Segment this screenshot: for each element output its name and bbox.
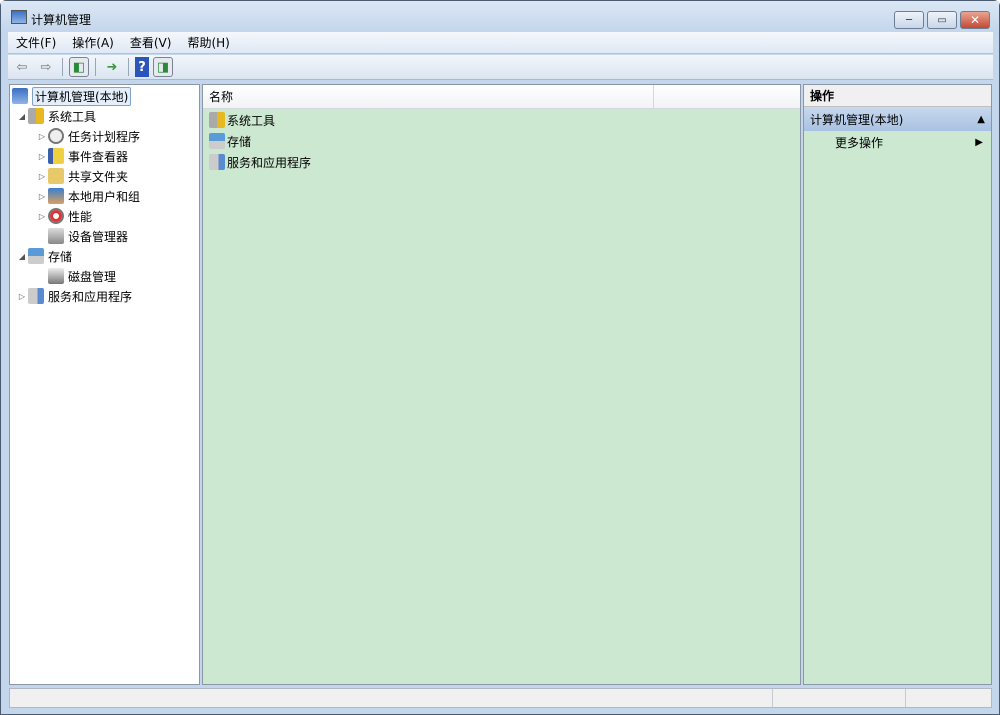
device-manager-icon (48, 228, 64, 244)
event-viewer-icon (48, 148, 64, 164)
menu-bar: 文件(F) 操作(A) 查看(V) 帮助(H) (8, 32, 993, 54)
list-item-label: 存储 (227, 133, 251, 150)
actions-pane: 操作 计算机管理(本地) ▲ 更多操作 ▶ (803, 84, 992, 685)
tree-item-label: 服务和应用程序 (48, 288, 132, 305)
computer-management-icon (11, 10, 27, 24)
more-actions-item[interactable]: 更多操作 ▶ (804, 131, 991, 153)
tree-item-task-scheduler[interactable]: ▷ 任务计划程序 (36, 127, 140, 145)
tools-icon (28, 108, 44, 124)
expand-arrow-icon[interactable]: ◢ (16, 112, 28, 121)
toolbar-separator (128, 58, 129, 76)
content-list: 名称 系统工具 存储 服务和应用程序 (202, 84, 801, 685)
clock-icon (48, 128, 64, 144)
disk-icon (48, 268, 64, 284)
storage-icon (209, 133, 225, 149)
tree-root-label: 计算机管理(本地) (32, 87, 131, 106)
tree-item-device-manager[interactable]: 设备管理器 (36, 227, 128, 245)
show-hide-action-pane-icon[interactable]: ◨ (153, 57, 173, 77)
expand-arrow-icon[interactable]: ▷ (36, 132, 48, 141)
toolbar-separator (62, 58, 63, 76)
status-section (10, 689, 773, 707)
menu-view[interactable]: 查看(V) (122, 34, 180, 51)
status-section (773, 689, 906, 707)
expand-arrow-icon[interactable]: ▷ (16, 292, 28, 301)
tree-item-label: 共享文件夹 (68, 168, 128, 185)
more-actions-label: 更多操作 (835, 134, 883, 151)
tree-item-disk-management[interactable]: 磁盘管理 (36, 267, 116, 285)
window-title: 计算机管理 (31, 11, 91, 28)
actions-section-label: 计算机管理(本地) (810, 111, 903, 128)
tree-item-label: 系统工具 (48, 108, 96, 125)
show-hide-console-tree-icon[interactable]: ◧ (69, 57, 89, 77)
tree-item-storage[interactable]: ◢ 存储 (16, 247, 72, 265)
export-list-icon[interactable]: ➜ (102, 57, 122, 77)
console-tree: 计算机管理(本地) ◢ 系统工具 ▷ 任务计划程序 ▷ 事件查看器 ▷ 共享文件夹 ▷ 本… (9, 84, 200, 685)
expand-arrow-icon[interactable]: ▷ (36, 152, 48, 161)
menu-help[interactable]: 帮助(H) (179, 34, 237, 51)
minimize-button[interactable]: ─ (894, 11, 924, 29)
menu-file[interactable]: 文件(F) (8, 34, 64, 51)
actions-section-computer-management[interactable]: 计算机管理(本地) ▲ (804, 107, 991, 131)
title-bar: 计算机管理 ─ ▭ ✕ (1, 1, 999, 32)
tree-item-shared-folders[interactable]: ▷ 共享文件夹 (36, 167, 128, 185)
tree-root[interactable]: 计算机管理(本地) (12, 87, 131, 105)
tree-item-label: 设备管理器 (68, 228, 128, 245)
close-button[interactable]: ✕ (960, 11, 990, 29)
expand-arrow-icon[interactable]: ▷ (36, 212, 48, 221)
expand-arrow-icon[interactable]: ▷ (36, 172, 48, 181)
tree-item-event-viewer[interactable]: ▷ 事件查看器 (36, 147, 128, 165)
tree-item-label: 存储 (48, 248, 72, 265)
tree-item-system-tools[interactable]: ◢ 系统工具 (16, 107, 96, 125)
expand-arrow-icon[interactable]: ▷ (36, 192, 48, 201)
tree-item-label: 任务计划程序 (68, 128, 140, 145)
status-section (906, 689, 991, 707)
menu-action[interactable]: 操作(A) (64, 34, 122, 51)
tree-item-label: 本地用户和组 (68, 188, 140, 205)
forward-arrow-icon[interactable]: ⇨ (36, 57, 56, 77)
list-item-system-tools[interactable]: 系统工具 (209, 110, 275, 130)
help-icon[interactable]: ? (135, 57, 149, 77)
storage-icon (28, 248, 44, 264)
back-arrow-icon[interactable]: ⇦ (12, 57, 32, 77)
list-item-services-applications[interactable]: 服务和应用程序 (209, 152, 311, 172)
tree-item-label: 性能 (68, 208, 92, 225)
window: 计算机管理 ─ ▭ ✕ 文件(F) 操作(A) 查看(V) 帮助(H) ⇦ ⇨ … (0, 0, 1000, 715)
list-item-label: 服务和应用程序 (227, 154, 311, 171)
tree-item-performance[interactable]: ▷ 性能 (36, 207, 92, 225)
toolbar: ⇦ ⇨ ◧ ➜ ? ◨ (8, 55, 993, 80)
tree-item-services-applications[interactable]: ▷ 服务和应用程序 (16, 287, 132, 305)
tree-item-label: 事件查看器 (68, 148, 128, 165)
toolbar-separator (95, 58, 96, 76)
actions-header: 操作 (804, 85, 991, 107)
shared-folder-icon (48, 168, 64, 184)
list-item-storage[interactable]: 存储 (209, 131, 251, 151)
collapse-triangle-icon[interactable]: ▲ (977, 114, 985, 125)
expand-arrow-icon[interactable]: ◢ (16, 252, 28, 261)
status-bar (9, 688, 992, 708)
performance-gauge-icon (48, 208, 64, 224)
maximize-button[interactable]: ▭ (927, 11, 957, 29)
services-icon (28, 288, 44, 304)
users-icon (48, 188, 64, 204)
list-item-label: 系统工具 (227, 112, 275, 129)
column-header: 名称 (203, 85, 800, 109)
submenu-arrow-icon: ▶ (975, 137, 983, 148)
computer-icon (12, 88, 28, 104)
tools-icon (209, 112, 225, 128)
tree-item-label: 磁盘管理 (68, 268, 116, 285)
tree-item-local-users-groups[interactable]: ▷ 本地用户和组 (36, 187, 140, 205)
services-icon (209, 154, 225, 170)
column-name-header[interactable]: 名称 (203, 85, 654, 108)
